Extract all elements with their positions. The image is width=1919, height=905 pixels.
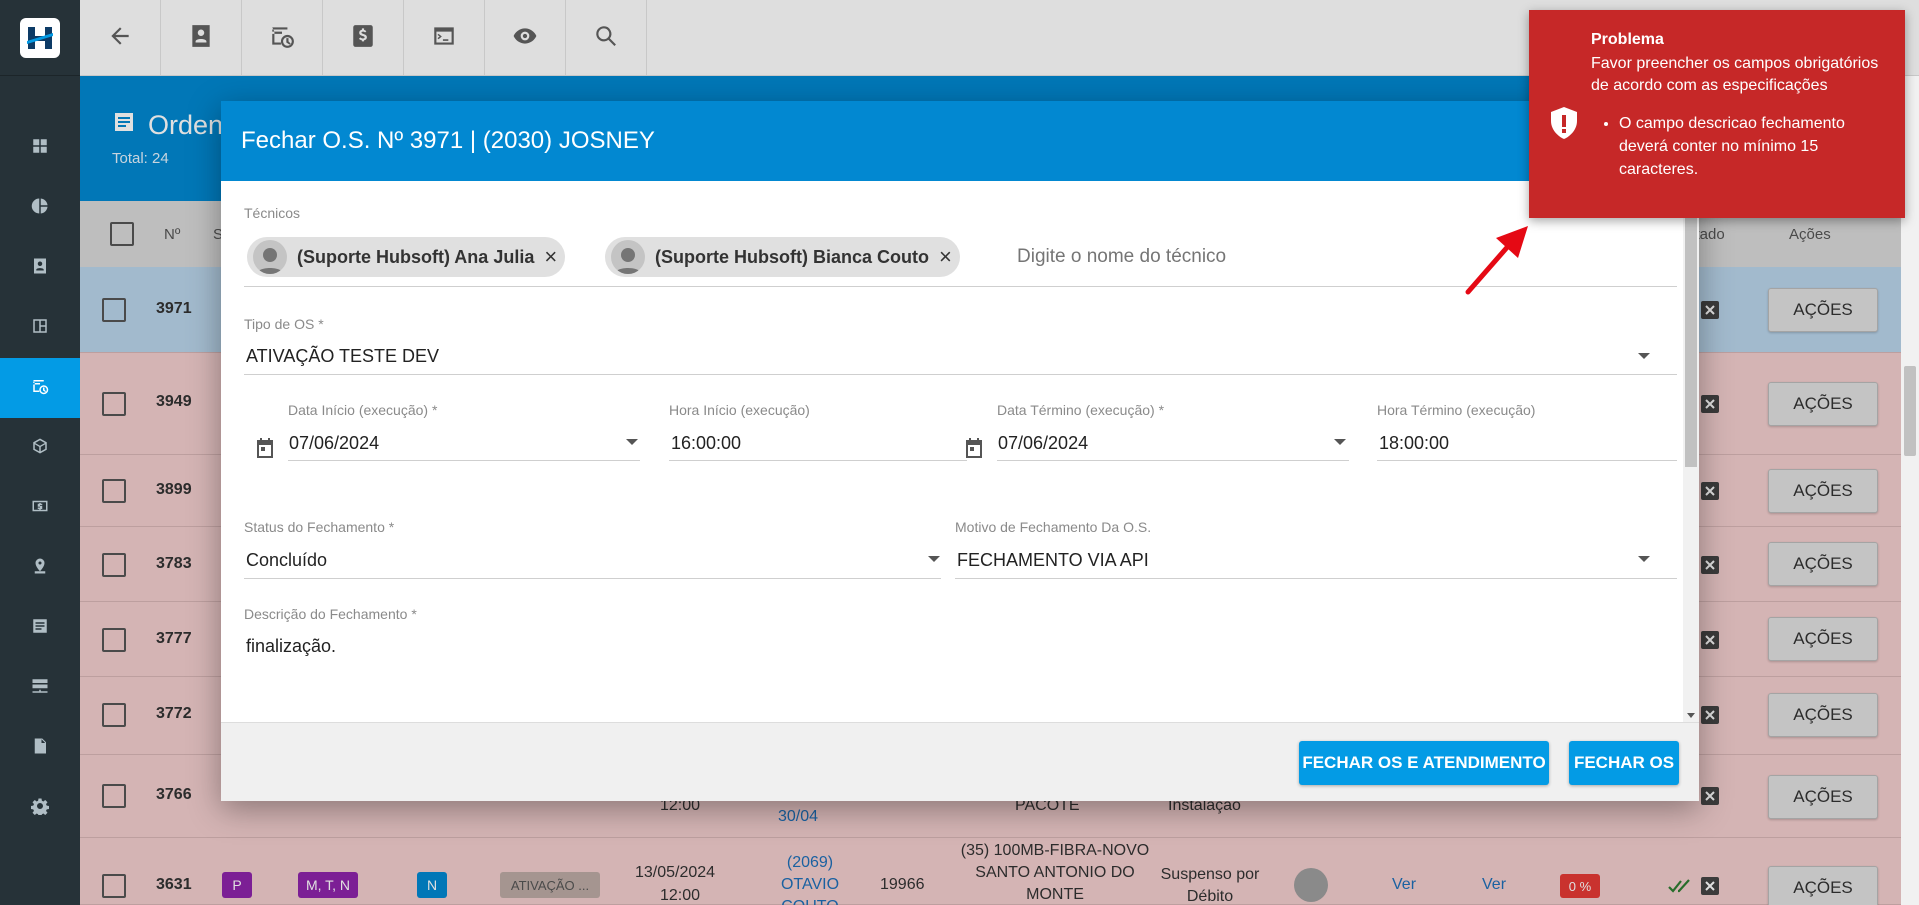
pie-chart-icon	[31, 197, 49, 220]
chip-remove-icon[interactable]: ×	[939, 244, 952, 270]
terminal-button[interactable]	[404, 0, 485, 76]
dollar-icon	[350, 23, 376, 54]
scroll-down-icon[interactable]	[1687, 713, 1695, 718]
list-icon	[31, 617, 49, 640]
data-inicio-label: Data Início (execução) *	[288, 402, 438, 418]
sidebar-item-network[interactable]	[0, 658, 80, 718]
search-button[interactable]	[566, 0, 647, 76]
tecnicos-label: Técnicos	[244, 205, 301, 221]
view-button[interactable]	[485, 0, 566, 76]
chip-label: (Suporte Hubsoft) Bianca Couto	[655, 246, 929, 267]
document-icon	[31, 737, 49, 760]
hora-termino-label: Hora Término (execução)	[1377, 402, 1536, 418]
sidebar-item-documents[interactable]	[0, 718, 80, 778]
fechar-os-button[interactable]: FECHAR OS	[1569, 741, 1679, 785]
hora-termino-input[interactable]: 18:00:00	[1379, 433, 1449, 454]
user-avatar-icon	[611, 240, 645, 274]
toast-error-list: O campo descricao fechamento deverá cont…	[1619, 112, 1889, 181]
finance-button[interactable]	[323, 0, 404, 76]
sidebar-item-service-orders[interactable]	[0, 358, 80, 418]
dashboard-icon	[31, 137, 49, 160]
motivo-select[interactable]: FECHAMENTO VIA API	[957, 550, 1149, 571]
fechar-os-atendimento-button[interactable]: FECHAR OS E ATENDIMENTO	[1299, 741, 1549, 785]
close-os-modal: Fechar O.S. Nº 3971 | (2030) JOSNEY Técn…	[221, 101, 1699, 801]
map-pin-icon	[31, 557, 49, 580]
toast-title: Problema	[1591, 31, 1664, 48]
sidebar-item-clients[interactable]	[0, 238, 80, 298]
chip-remove-icon[interactable]: ×	[544, 244, 557, 270]
sidebar-item-finance[interactable]	[0, 478, 80, 538]
box-icon	[31, 437, 49, 460]
contact-icon	[31, 257, 49, 280]
toast-error-item: O campo descricao fechamento deverá cont…	[1619, 112, 1889, 181]
contact-card-icon	[188, 23, 214, 54]
data-termino-input[interactable]: 07/06/2024	[998, 433, 1088, 454]
back-button[interactable]	[80, 0, 161, 76]
chevron-down-icon[interactable]	[626, 439, 638, 445]
sidebar-item-board[interactable]	[0, 298, 80, 358]
chevron-down-icon[interactable]	[1334, 439, 1346, 445]
data-inicio-input[interactable]: 07/06/2024	[289, 433, 379, 454]
server-icon	[31, 677, 49, 700]
sidebar-item-products[interactable]	[0, 418, 80, 478]
data-termino-label: Data Término (execução) *	[997, 402, 1165, 418]
hora-inicio-input[interactable]: 16:00:00	[671, 433, 741, 454]
calendar-icon[interactable]	[962, 436, 986, 460]
chevron-down-icon[interactable]	[1638, 353, 1650, 359]
toast-message: Favor preencher os campos obrigatórios d…	[1591, 55, 1879, 94]
tipo-os-label: Tipo de OS *	[244, 316, 324, 332]
back-arrow-icon	[107, 23, 133, 54]
sidebar-item-dashboard[interactable]	[0, 118, 80, 178]
money-icon	[31, 497, 49, 520]
terminal-icon	[431, 23, 457, 54]
sidebar-item-list[interactable]	[0, 598, 80, 658]
chevron-down-icon[interactable]	[928, 556, 940, 562]
chip-label: (Suporte Hubsoft) Ana Julia	[297, 246, 535, 267]
shield-alert-icon	[1551, 107, 1577, 139]
motivo-label: Motivo de Fechamento Da O.S.	[955, 519, 1152, 535]
error-toast[interactable]: Problema Favor preencher os campos obrig…	[1529, 10, 1905, 218]
hubsoft-logo-icon	[20, 17, 60, 58]
annotation-arrow-icon	[1465, 226, 1528, 295]
scrollbar-thumb[interactable]	[1685, 187, 1697, 467]
chevron-down-icon[interactable]	[1638, 556, 1650, 562]
sidebar-item-maps[interactable]	[0, 538, 80, 598]
status-label: Status do Fechamento *	[244, 519, 395, 535]
calendar-clock-icon	[269, 23, 295, 54]
scrollbar-thumb[interactable]	[1904, 366, 1916, 456]
eye-icon	[512, 23, 538, 54]
hora-inicio-label: Hora Início (execução)	[669, 402, 810, 418]
descricao-label: Descrição do Fechamento *	[244, 606, 417, 622]
tecnico-chip: (Suporte Hubsoft) Ana Julia ×	[247, 237, 566, 277]
modal-title: Fechar O.S. Nº 3971 | (2030) JOSNEY	[221, 101, 1699, 181]
schedule-button[interactable]	[242, 0, 323, 76]
board-icon	[31, 317, 49, 340]
sidebar-item-reports[interactable]	[0, 178, 80, 238]
modal-footer: FECHAR OS E ATENDIMENTO FECHAR OS	[221, 722, 1699, 801]
sidebar	[0, 0, 80, 905]
descricao-textarea[interactable]: finalização.	[246, 636, 336, 657]
search-icon	[593, 23, 619, 54]
tipo-os-select[interactable]: ATIVAÇÃO TESTE DEV	[246, 346, 439, 367]
app-logo[interactable]	[0, 0, 80, 76]
calendar-icon[interactable]	[253, 436, 277, 460]
gear-icon	[31, 797, 49, 820]
modal-scrollbar[interactable]	[1683, 181, 1699, 722]
client-button[interactable]	[161, 0, 242, 76]
user-avatar-icon	[253, 240, 287, 274]
tecnico-chip: (Suporte Hubsoft) Bianca Couto ×	[605, 237, 960, 277]
calendar-clock-icon	[31, 377, 49, 400]
sidebar-item-settings[interactable]	[0, 778, 80, 838]
status-select[interactable]: Concluído	[246, 550, 327, 571]
